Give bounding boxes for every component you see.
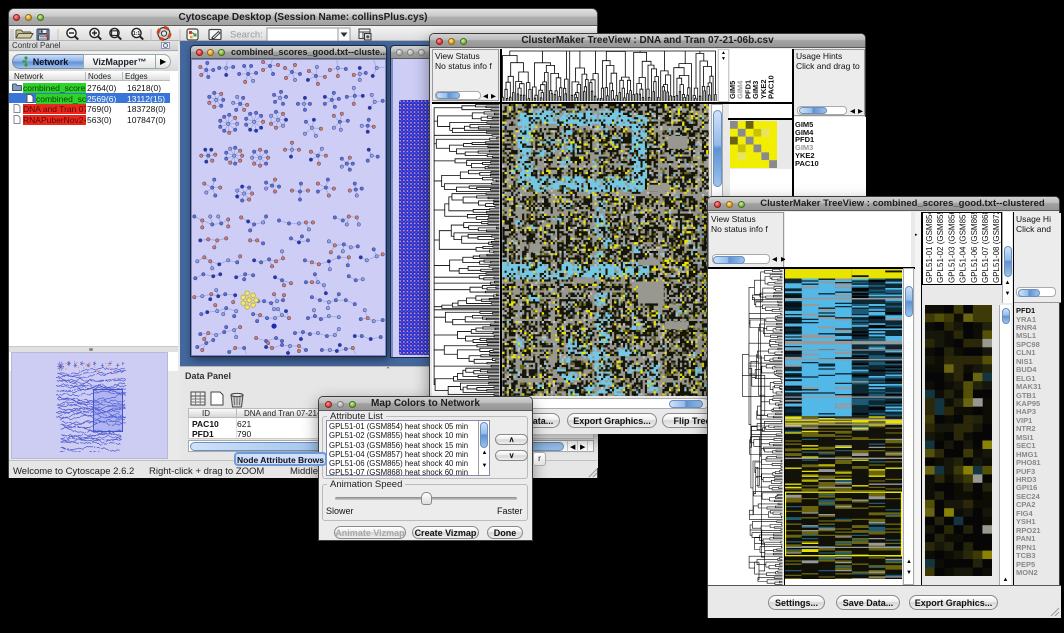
svg-text:GPL51-01 (GSM854: GPL51-01 (GSM854 [925,212,934,283]
svg-text:1:1: 1:1 [133,31,140,37]
svg-text:GPL51-07 (GSM868: GPL51-07 (GSM868 [981,212,990,283]
svg-text:GPL51-03 (GSM856: GPL51-03 (GSM856 [947,212,956,283]
svg-text:GPL51-02 (GSM855: GPL51-02 (GSM855 [936,212,945,283]
svg-text:GPL51-04 (GSM857: GPL51-04 (GSM857 [959,212,968,283]
svg-text:PAC10: PAC10 [767,75,776,99]
svg-text:GPL51-08 (GSM872: GPL51-08 (GSM872 [992,212,1001,283]
svg-text:GPL51-06 (GSM865: GPL51-06 (GSM865 [970,212,979,283]
svg-text:Search:: Search: [230,30,263,41]
